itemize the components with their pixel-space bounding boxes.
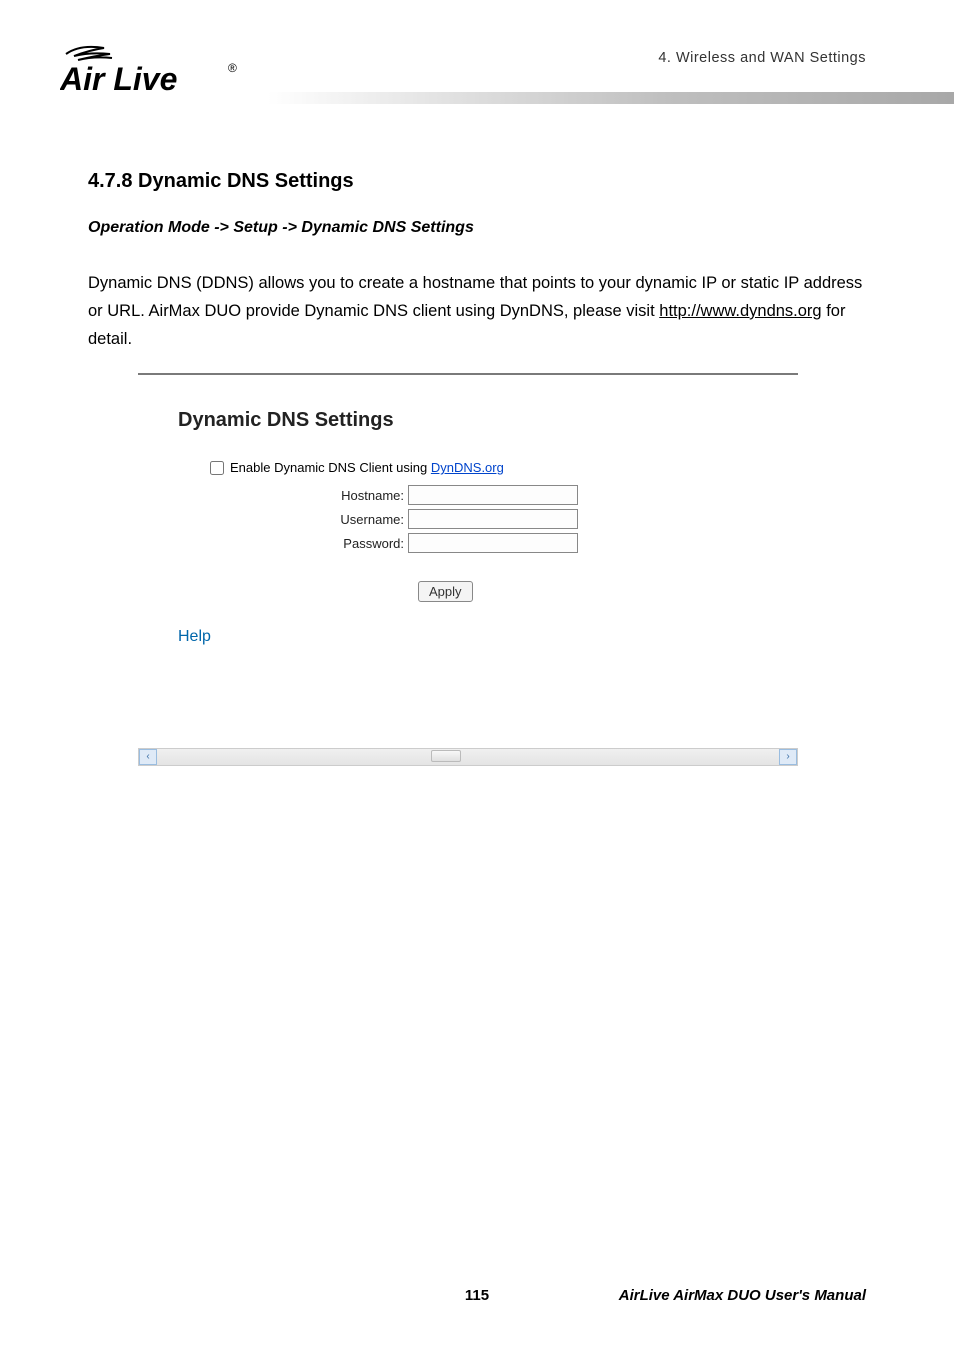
main-content: 4.7.8 Dynamic DNS Settings Operation Mod… xyxy=(0,110,954,766)
scroll-track[interactable] xyxy=(157,749,779,765)
page-number: 115 xyxy=(465,1287,489,1304)
hostname-label: Hostname: xyxy=(178,488,408,503)
username-label: Username: xyxy=(178,512,408,527)
panel-title: Dynamic DNS Settings xyxy=(178,409,758,432)
page-footer: 115 AirLive AirMax DUO User's Manual xyxy=(0,1287,954,1304)
scroll-left-arrow-icon[interactable]: ‹ xyxy=(139,749,157,765)
dyndns-url-link[interactable]: http://www.dyndns.org xyxy=(659,302,821,320)
scroll-right-arrow-icon[interactable]: › xyxy=(779,749,797,765)
enable-label-pre: Enable Dynamic DNS Client using xyxy=(230,460,431,475)
enable-ddns-checkbox[interactable] xyxy=(210,461,224,475)
page-header: Air Live ® 4. Wireless and WAN Settings xyxy=(0,0,954,110)
hostname-input[interactable] xyxy=(408,485,578,505)
manual-name: AirLive AirMax DUO User's Manual xyxy=(619,1287,866,1304)
section-heading: 4.7.8 Dynamic DNS Settings xyxy=(88,170,866,193)
password-row: Password: xyxy=(178,533,758,553)
password-input[interactable] xyxy=(408,533,578,553)
chapter-label: 4. Wireless and WAN Settings xyxy=(658,50,866,66)
settings-panel: Dynamic DNS Settings Enable Dynamic DNS … xyxy=(138,373,798,766)
apply-button[interactable]: Apply xyxy=(418,581,473,602)
horizontal-scrollbar[interactable]: ‹ › xyxy=(138,748,798,766)
scroll-thumb[interactable] xyxy=(431,750,461,762)
enable-ddns-row: Enable Dynamic DNS Client using DynDNS.o… xyxy=(178,460,758,475)
header-divider xyxy=(0,92,954,104)
help-link[interactable]: Help xyxy=(178,628,758,646)
enable-ddns-label: Enable Dynamic DNS Client using DynDNS.o… xyxy=(230,460,504,475)
username-input[interactable] xyxy=(408,509,578,529)
dyndns-org-link[interactable]: DynDNS.org xyxy=(431,460,504,475)
password-label: Password: xyxy=(178,536,408,551)
username-row: Username: xyxy=(178,509,758,529)
logo-registered: ® xyxy=(228,61,237,75)
breadcrumb: Operation Mode -> Setup -> Dynamic DNS S… xyxy=(88,219,866,237)
body-paragraph: Dynamic DNS (DDNS) allows you to create … xyxy=(88,269,866,353)
hostname-row: Hostname: xyxy=(178,485,758,505)
